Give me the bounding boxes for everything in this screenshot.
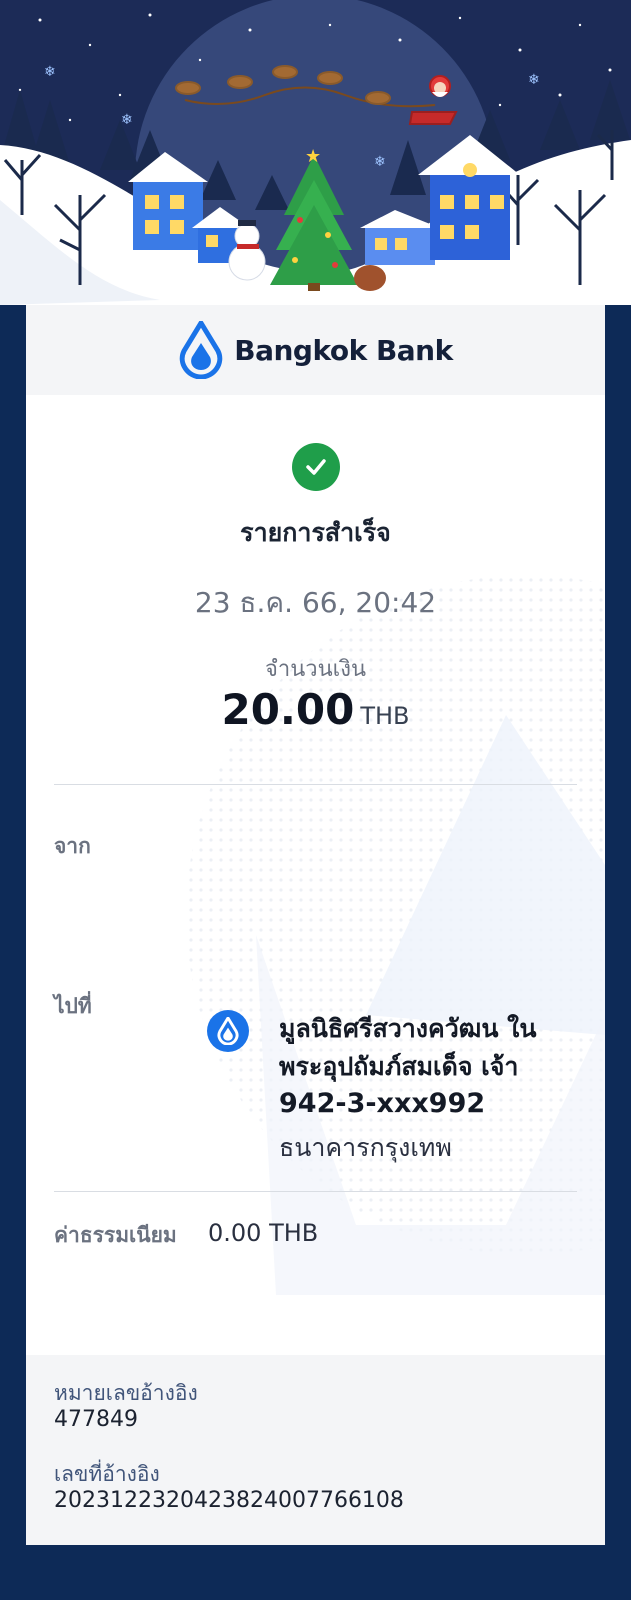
- bank-name: Bangkok Bank: [234, 333, 453, 367]
- bangkok-bank-logo-icon: [180, 321, 223, 379]
- success-check-icon: [292, 443, 340, 491]
- ref-no-value: 2023122320423824007766108: [54, 1488, 404, 1513]
- amount-value: 20.00: [221, 685, 355, 734]
- svg-text:❄: ❄: [44, 64, 56, 80]
- fee-value: 0.00 THB: [208, 1219, 319, 1247]
- reference-label: หมายเลขอ้างอิง: [54, 1381, 198, 1405]
- christmas-illustration: ❄ ❄ ❄ ❄ ★: [0, 0, 631, 305]
- svg-text:❄: ❄: [374, 154, 386, 170]
- reference-section: หมายเลขอ้างอิง 477849 เลขที่อ้างอิง 2023…: [26, 1355, 605, 1545]
- divider: [54, 784, 577, 785]
- recipient-account: 942-3-xxx992: [279, 1088, 486, 1119]
- fee-label: ค่าธรรมเนียม: [54, 1223, 177, 1247]
- from-label: จาก: [54, 834, 91, 858]
- bank-header: Bangkok Bank: [26, 305, 605, 395]
- to-label: ไปที่: [54, 994, 92, 1018]
- receipt-card: Bangkok Bank รายการสำเร็จ 23 ธ.ค. 66, 20…: [26, 305, 605, 1545]
- christmas-banner: ❄ ❄ ❄ ❄ ★: [0, 0, 631, 305]
- svg-text:❄: ❄: [528, 72, 540, 88]
- divider: [54, 1191, 577, 1192]
- amount-label: จำนวนเงิน: [265, 657, 366, 682]
- reference-value: 477849: [54, 1407, 138, 1432]
- gift-sack: [354, 265, 386, 291]
- transaction-datetime: 23 ธ.ค. 66, 20:42: [194, 586, 437, 619]
- svg-text:★: ★: [305, 146, 321, 167]
- recipient-bank: ธนาคารกรุงเทพ: [279, 1133, 452, 1162]
- status-title: รายการสำเร็จ: [240, 518, 391, 547]
- recipient-name: มูลนิธิศรีสวางควัฒน ในพระอุปถัมภ์สมเด็จ …: [279, 1014, 537, 1081]
- bangkok-bank-icon: [207, 1010, 249, 1052]
- svg-text:❄: ❄: [121, 112, 133, 128]
- amount: 20.00 THB: [26, 685, 605, 734]
- ref-no-label: เลขที่อ้างอิง: [54, 1462, 160, 1486]
- amount-currency: THB: [360, 702, 410, 730]
